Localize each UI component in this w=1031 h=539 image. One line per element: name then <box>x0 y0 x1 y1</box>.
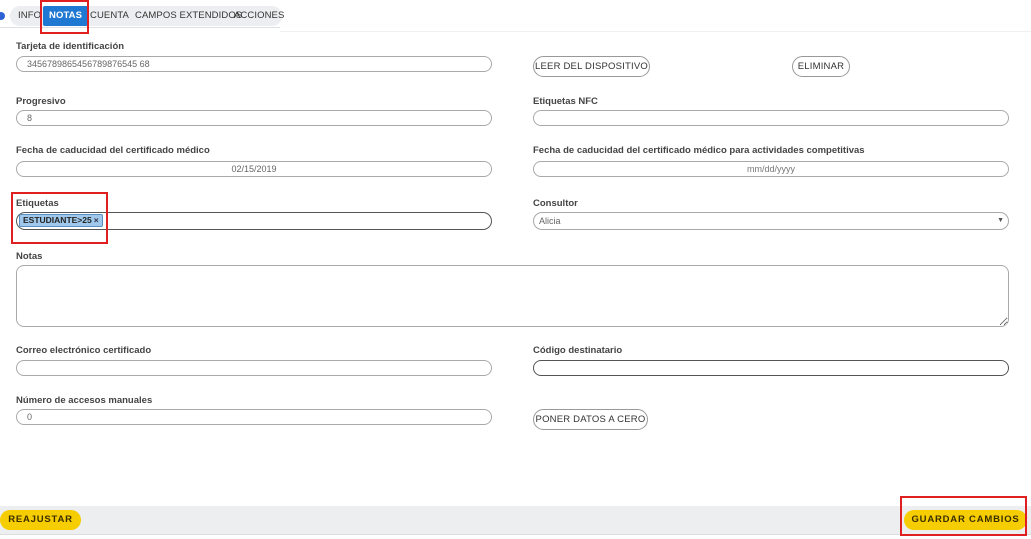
nfc-input[interactable] <box>533 110 1009 126</box>
consultant-select[interactable]: Alicia ▼ <box>533 212 1009 230</box>
tag-chip: ESTUDIANTE>25 × <box>19 214 103 227</box>
delete-button[interactable]: ELIMINAR <box>792 56 850 77</box>
footer-bar <box>0 506 1031 534</box>
tab-info[interactable]: INFO <box>18 6 41 26</box>
medcert-date-input[interactable]: 02/15/2019 <box>16 161 492 177</box>
tab-campos-extendidos[interactable]: CAMPOS EXTENDIDOS <box>135 6 242 26</box>
recipient-label: Código destinatario <box>533 345 623 356</box>
reset-button[interactable]: REAJUSTAR <box>0 510 81 530</box>
progressive-label: Progresivo <box>16 96 66 107</box>
notes-label: Notas <box>16 251 43 262</box>
divider <box>280 31 1031 32</box>
progressive-input[interactable]: 8 <box>16 110 492 126</box>
notes-textarea[interactable] <box>16 265 1009 327</box>
id-card-label: Tarjeta de identificación <box>16 41 125 52</box>
medcert-comp-date-input[interactable]: mm/dd/yyyy <box>533 161 1009 177</box>
tab-notas[interactable]: NOTAS <box>43 6 89 26</box>
read-device-button[interactable]: LEER DEL DISPOSITIVO <box>533 56 650 77</box>
consultant-value: Alicia <box>539 216 561 226</box>
manual-access-input[interactable]: 0 <box>16 409 492 425</box>
medcert-label: Fecha de caducidad del certificado médic… <box>16 145 210 156</box>
chevron-down-icon: ▼ <box>997 217 1004 224</box>
id-card-input[interactable]: 3456789865456789876545 68 <box>16 56 492 72</box>
tab-cuenta[interactable]: CUENTA <box>90 6 129 26</box>
tag-chip-label: ESTUDIANTE>25 <box>23 215 92 225</box>
manual-access-label: Número de accesos manuales <box>16 395 153 406</box>
save-changes-button[interactable]: GUARDAR CAMBIOS <box>904 510 1027 530</box>
footer-divider <box>0 534 1031 539</box>
reset-data-button[interactable]: PONER DATOS A CERO <box>533 409 648 430</box>
email-label: Correo electrónico certificado <box>16 345 152 356</box>
consultant-label: Consultor <box>533 198 578 209</box>
tab-underline <box>0 27 280 28</box>
recipient-input[interactable] <box>533 360 1009 376</box>
email-input[interactable] <box>16 360 492 376</box>
nfc-label: Etiquetas NFC <box>533 96 598 107</box>
tags-label: Etiquetas <box>16 198 59 209</box>
tag-remove-icon[interactable]: × <box>94 215 99 225</box>
tab-acciones[interactable]: ACCIONES <box>234 6 284 26</box>
medcert-comp-label: Fecha de caducidad del certificado médic… <box>533 145 865 156</box>
